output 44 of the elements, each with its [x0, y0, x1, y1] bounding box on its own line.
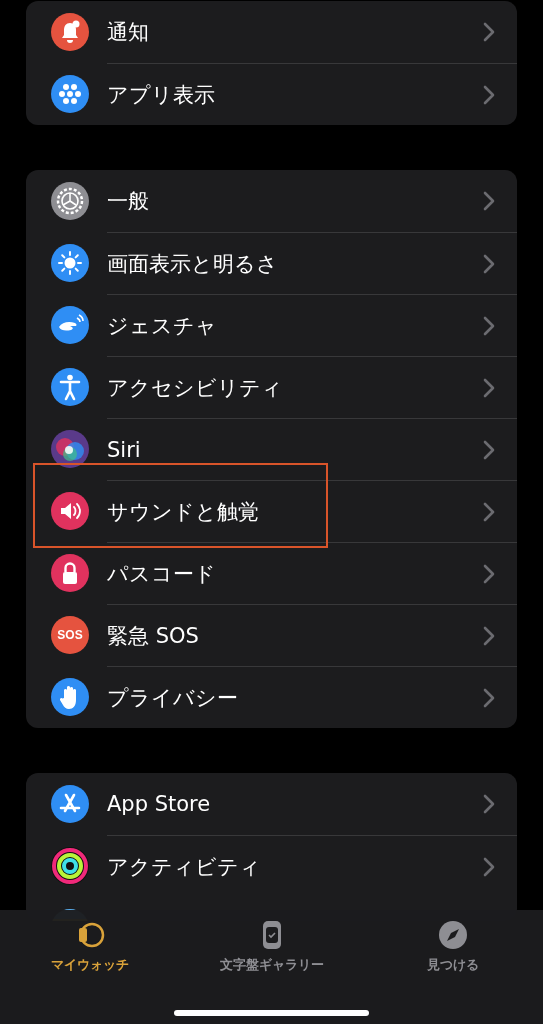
compass-icon: [436, 918, 470, 952]
chevron-icon: [483, 687, 495, 708]
settings-row[interactable]: 通知: [26, 1, 517, 63]
tab[interactable]: 見つける: [383, 918, 523, 974]
row-label: ジェスチャ: [107, 312, 218, 340]
chevron-icon: [483, 22, 495, 42]
chevron-icon: [483, 191, 495, 211]
chevron-icon: [483, 377, 495, 398]
settings-row[interactable]: App Store: [26, 773, 517, 835]
settings-row[interactable]: SOS 緊急 SOS: [26, 604, 517, 666]
chevron-icon: [483, 625, 495, 646]
chevron-icon: [483, 563, 495, 584]
settings-row[interactable]: パスコード: [26, 542, 517, 604]
chevron-icon: [483, 856, 495, 877]
row-label: 通知: [107, 19, 150, 46]
row-label: 緊急 SOS: [107, 622, 200, 650]
chevron-icon: [483, 501, 495, 522]
row-label: プライバシー: [107, 684, 239, 712]
settings-row[interactable]: Siri: [26, 418, 517, 480]
tab[interactable]: マイウォッチ: [20, 918, 160, 974]
settings-row[interactable]: 一般: [26, 170, 517, 232]
settings-row[interactable]: ジェスチャ: [26, 294, 517, 356]
row-label: アクセシビリティ: [107, 374, 284, 402]
chevron-icon: [483, 794, 495, 814]
row-label: アプリ表示: [107, 81, 216, 109]
row-label: 一般: [107, 188, 150, 215]
row-label: Siri: [107, 437, 142, 462]
sos-icon: SOS: [51, 616, 89, 654]
chevron-icon: [483, 84, 495, 105]
chevron-icon: [483, 315, 495, 336]
settings-row[interactable]: サウンドと触覚: [26, 480, 517, 542]
chevron-icon: [483, 253, 495, 274]
row-label: パスコード: [107, 560, 217, 588]
row-label: サウンドと触覚: [107, 498, 260, 526]
chevron-icon: [483, 439, 495, 460]
row-label: 画面表示と明るさ: [107, 250, 279, 278]
row-label: App Store: [107, 792, 212, 816]
settings-row[interactable]: アプリ表示: [26, 63, 517, 125]
settings-row[interactable]: アクティビティ: [26, 835, 517, 897]
row-label: アクティビティ: [107, 853, 262, 881]
settings-row[interactable]: アクセシビリティ: [26, 356, 517, 418]
tab[interactable]: 文字盤ギャラリー: [201, 918, 342, 974]
settings-row[interactable]: 画面表示と明るさ: [26, 232, 517, 294]
settings-row[interactable]: プライバシー: [26, 666, 517, 728]
